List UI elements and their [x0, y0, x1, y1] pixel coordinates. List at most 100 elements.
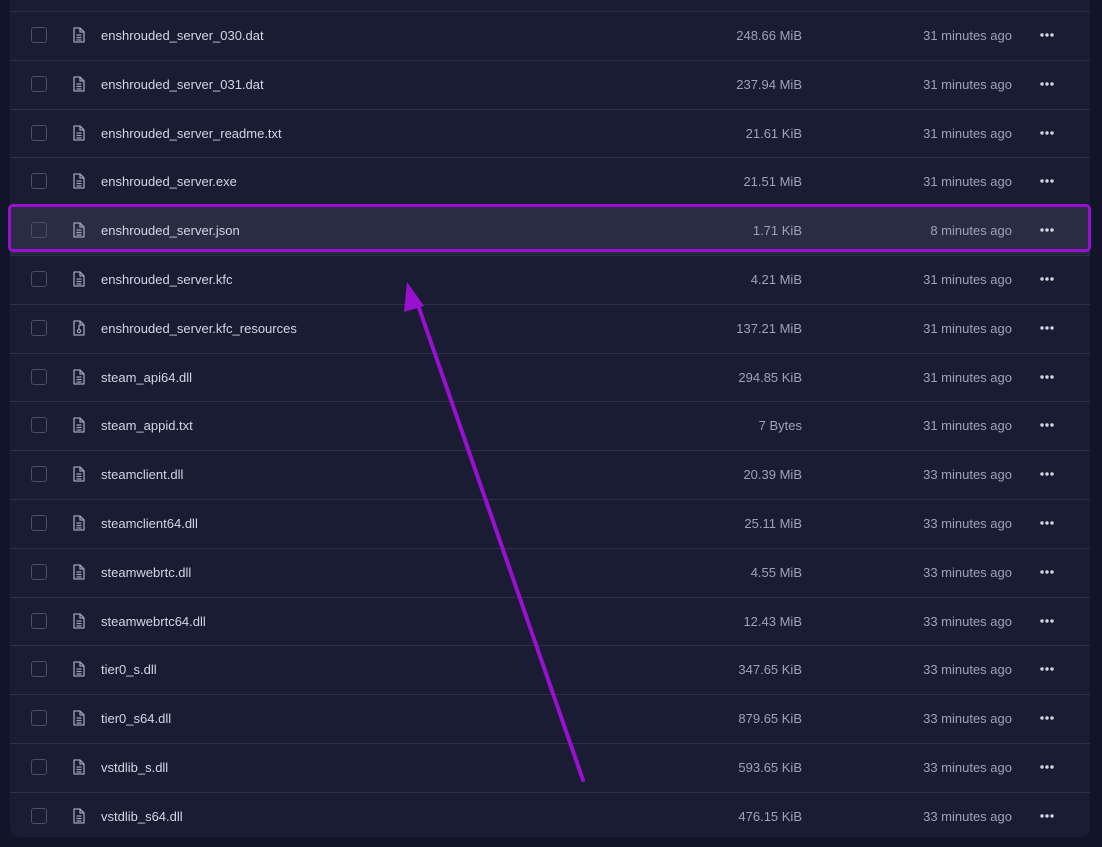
row-checkbox[interactable] [31, 661, 47, 678]
file-modified: 31 minutes ago [923, 76, 1012, 92]
more-horizontal-icon[interactable] [1035, 219, 1059, 241]
file-name[interactable]: enshrouded_server_readme.txt [101, 126, 282, 141]
archive-file-icon [72, 320, 86, 336]
more-horizontal-icon[interactable] [1035, 561, 1059, 583]
file-row[interactable]: vstdlib_s64.dll 476.15 KiB 33 minutes ago [10, 791, 1090, 837]
more-horizontal-icon[interactable] [1035, 512, 1059, 534]
row-checkbox[interactable] [31, 563, 47, 580]
file-row[interactable]: steamwebrtc64.dll 12.43 MiB 33 minutes ago [10, 596, 1090, 645]
row-checkbox[interactable] [31, 319, 47, 336]
more-horizontal-icon[interactable] [1035, 73, 1059, 95]
file-modified: 33 minutes ago [923, 467, 1012, 483]
more-horizontal-icon[interactable] [1035, 805, 1059, 827]
row-checkbox[interactable] [31, 807, 47, 824]
more-horizontal-icon[interactable] [1035, 658, 1059, 680]
file-name[interactable]: tier0_s.dll [101, 662, 157, 677]
more-horizontal-icon[interactable] [1035, 707, 1059, 729]
file-modified: 31 minutes ago [923, 320, 1012, 336]
document-icon [72, 808, 86, 824]
file-size: 476.15 KiB [738, 808, 802, 824]
file-size: 21.61 KiB [745, 125, 802, 141]
file-modified: 33 minutes ago [923, 662, 1012, 678]
more-horizontal-icon[interactable] [1035, 463, 1059, 485]
file-size: 137.21 MiB [736, 320, 802, 336]
row-checkbox[interactable] [31, 27, 47, 43]
file-modified: 33 minutes ago [923, 613, 1012, 629]
row-checkbox[interactable] [31, 173, 47, 190]
row-checkbox[interactable] [31, 759, 47, 775]
row-checkbox[interactable] [31, 222, 47, 239]
file-modified: 31 minutes ago [923, 418, 1012, 434]
document-icon [72, 710, 86, 726]
more-horizontal-icon[interactable] [1035, 122, 1059, 144]
row-checkbox[interactable] [31, 368, 47, 385]
row-checkbox[interactable] [31, 466, 47, 483]
file-name[interactable]: tier0_s64.dll [101, 711, 171, 726]
file-row[interactable]: enshrouded_server_030.dat 248.66 MiB 31 mi… [10, 11, 1090, 59]
row-checkbox[interactable] [31, 124, 47, 141]
file-name[interactable]: enshrouded_server_030.dat [101, 28, 264, 43]
file-name[interactable]: steam_api64.dll [101, 370, 192, 385]
more-horizontal-icon[interactable] [1035, 24, 1059, 46]
file-modified: 33 minutes ago [923, 760, 1012, 775]
file-name[interactable]: vstdlib_s64.dll [101, 809, 183, 824]
file-row[interactable]: enshrouded_server_031.dat 237.94 MiB 31 mi… [10, 59, 1090, 108]
more-horizontal-icon[interactable] [1035, 414, 1059, 436]
more-horizontal-icon[interactable] [1035, 366, 1059, 388]
file-row[interactable]: steam_api64.dll 294.85 KiB 31 minutes ago [10, 352, 1090, 401]
file-size: 20.39 MiB [743, 467, 802, 483]
row-checkbox[interactable] [31, 75, 47, 92]
file-size: 12.43 MiB [743, 613, 802, 629]
file-name[interactable]: enshrouded_server.kfc [101, 272, 233, 287]
file-modified: 31 minutes ago [923, 174, 1012, 190]
file-row[interactable]: steam_appid.txt 7 Bytes 31 minutes ago [10, 401, 1090, 449]
file-row[interactable]: enshrouded_server_readme.txt 21.61 KiB 31 … [10, 108, 1090, 157]
file-row[interactable]: steamclient64.dll 25.11 MiB 33 minutes ago [10, 499, 1090, 547]
file-name[interactable]: enshrouded_server.exe [101, 174, 237, 189]
more-horizontal-icon[interactable] [1035, 317, 1059, 339]
row-checkbox[interactable] [31, 710, 47, 727]
document-icon [72, 368, 86, 385]
file-name[interactable]: steamwebrtc.dll [101, 565, 191, 580]
file-row[interactable]: tier0_s64.dll 879.65 KiB 33 minutes ago [10, 694, 1090, 742]
document-icon [72, 759, 86, 775]
file-name[interactable]: vstdlib_s.dll [101, 760, 168, 775]
file-modified: 8 minutes ago [930, 223, 1012, 239]
file-row[interactable]: enshrouded_server.kfc_resources 137.21 Mi… [10, 303, 1090, 352]
file-name[interactable]: steam_appid.txt [101, 418, 193, 433]
file-name[interactable]: enshrouded_server.kfc_resources [101, 321, 297, 336]
file-modified: 31 minutes ago [923, 369, 1012, 385]
file-row[interactable]: steamwebrtc.dll 4.55 MiB 33 minutes ago [10, 547, 1090, 596]
file-modified: 31 minutes ago [923, 125, 1012, 141]
document-icon [72, 173, 86, 190]
file-size: 347.65 KiB [738, 662, 802, 678]
file-name[interactable]: enshrouded_server.json [101, 223, 240, 238]
file-name[interactable]: enshrouded_server_031.dat [101, 77, 264, 92]
row-checkbox[interactable] [31, 271, 47, 287]
file-modified: 33 minutes ago [923, 711, 1012, 727]
more-horizontal-icon[interactable] [1035, 170, 1059, 192]
document-icon [72, 27, 86, 43]
file-row[interactable]: tier0_s.dll 347.65 KiB 33 minutes ago [10, 645, 1090, 693]
more-horizontal-icon[interactable] [1035, 610, 1059, 632]
file-name[interactable]: steamclient.dll [101, 467, 183, 482]
file-size: 294.85 KiB [738, 369, 802, 385]
more-horizontal-icon[interactable] [1035, 268, 1059, 290]
file-row[interactable]: steamclient.dll 20.39 MiB 33 minutes ago [10, 450, 1090, 498]
file-size: 593.65 KiB [738, 760, 802, 775]
row-checkbox[interactable] [31, 612, 47, 629]
file-row[interactable]: enshrouded_server.json 1.71 KiB 8 minutes … [10, 206, 1090, 255]
document-icon [72, 661, 86, 678]
document-icon [72, 417, 86, 434]
file-row[interactable]: enshrouded_server.kfc 4.21 MiB 31 minutes … [10, 255, 1090, 303]
file-size: 248.66 MiB [736, 28, 802, 43]
row-checkbox[interactable] [31, 417, 47, 434]
more-horizontal-icon[interactable] [1035, 756, 1059, 778]
row-checkbox[interactable] [31, 515, 47, 531]
file-row[interactable]: enshrouded_server.exe 21.51 MiB 31 minutes… [10, 157, 1090, 205]
file-name[interactable]: steamclient64.dll [101, 516, 198, 531]
file-name[interactable]: steamwebrtc64.dll [101, 614, 206, 629]
file-modified: 33 minutes ago [923, 808, 1012, 824]
file-list-panel: enshrouded_server_030.dat 248.66 MiB 31 mi… [10, 0, 1090, 837]
file-row[interactable]: vstdlib_s.dll 593.65 KiB 33 minutes ago [10, 743, 1090, 791]
